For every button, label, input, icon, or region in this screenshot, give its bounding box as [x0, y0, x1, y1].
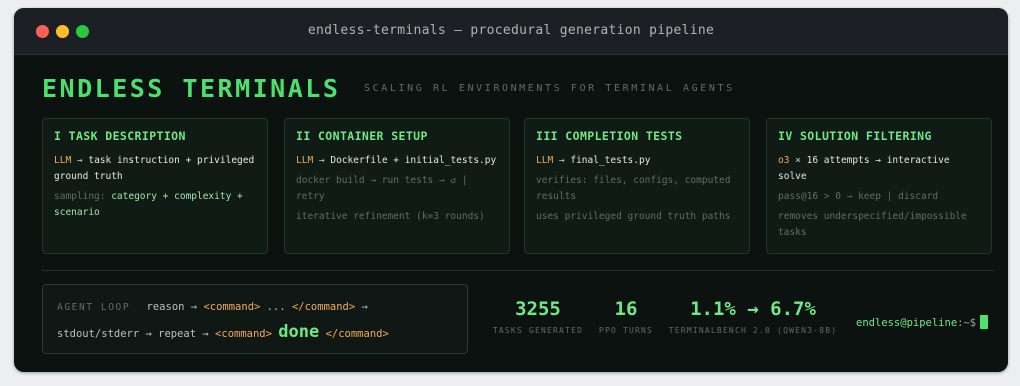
stage-summary: LLM → Dockerfile + initial_tests.py: [296, 155, 497, 166]
stat-tasks-generated: 3255 TASKS GENERATED: [492, 298, 584, 335]
prompt-suffix: :~$: [957, 317, 977, 329]
stage-card-task-description: I TASK DESCRIPTION LLM → task instructio…: [42, 118, 268, 254]
stage-title: III COMPLETION TESTS: [536, 129, 683, 143]
page-subtitle: SCALING RL ENVIRONMENTS FOR TERMINAL AGE…: [364, 83, 735, 94]
agent-loop-panel: AGENT LOOP reason → <command> ... </comm…: [42, 284, 468, 354]
stage-detail: pass@16 > 0 → keep | discard: [778, 191, 939, 202]
stage-title: IV SOLUTION FILTERING: [778, 129, 932, 143]
done-keyword: done: [278, 322, 320, 342]
stage-detail: uses privileged ground truth paths: [536, 211, 731, 222]
stage-card-solution-filtering: IV SOLUTION FILTERING o3 × 16 attempts →…: [766, 118, 992, 254]
agent-loop-label: AGENT LOOP: [57, 302, 131, 313]
stage-detail: docker build → run tests → ↺ | retry: [296, 175, 468, 202]
title-bar: endless-terminals — procedural generatio…: [14, 8, 1008, 55]
stage-summary: LLM → task instruction + privileged grou…: [54, 155, 255, 182]
stage-title: I TASK DESCRIPTION: [54, 129, 186, 143]
page-title: ENDLESS TERMINALS: [42, 74, 341, 103]
stage-title: II CONTAINER SETUP: [296, 129, 428, 143]
agent-loop-row-2: stdout/stderr → repeat → <command> done …: [57, 322, 389, 342]
terminal-window: endless-terminals — procedural generatio…: [14, 8, 1008, 372]
shell-prompt[interactable]: endless@pipeline:~$: [856, 315, 989, 329]
cursor-block: [980, 315, 989, 329]
window-title: endless-terminals — procedural generatio…: [307, 23, 715, 38]
stage-summary: o3 × 16 attempts → interactive solve: [778, 155, 950, 182]
section-divider: [42, 270, 994, 271]
stage-summary: LLM → final_tests.py: [536, 155, 651, 166]
stage-card-completion-tests: III COMPLETION TESTS LLM → final_tests.p…: [524, 118, 750, 254]
stage-detail: sampling: category + complexity + scenar…: [54, 191, 243, 218]
stage-card-container-setup: II CONTAINER SETUP LLM → Dockerfile + in…: [284, 118, 510, 254]
page-heading: ENDLESS TERMINALS SCALING RL ENVIRONMENT…: [42, 74, 735, 103]
stat-terminalbench: 1.1% → 6.7% TERMINALBENCH 2.0 (QWEN3-8B): [668, 298, 838, 335]
stage-detail: verifies: files, configs, computed resul…: [536, 175, 731, 202]
stage-detail: iterative refinement (k=3 rounds): [296, 211, 485, 222]
stat-ppo-turns: 16 PPO TURNS: [598, 298, 654, 335]
prompt-user: endless@pipeline: [856, 317, 958, 329]
agent-loop-row-1: AGENT LOOP reason → <command> ... </comm…: [57, 301, 368, 313]
stage-detail: removes underspecified/impossible tasks: [778, 211, 967, 238]
